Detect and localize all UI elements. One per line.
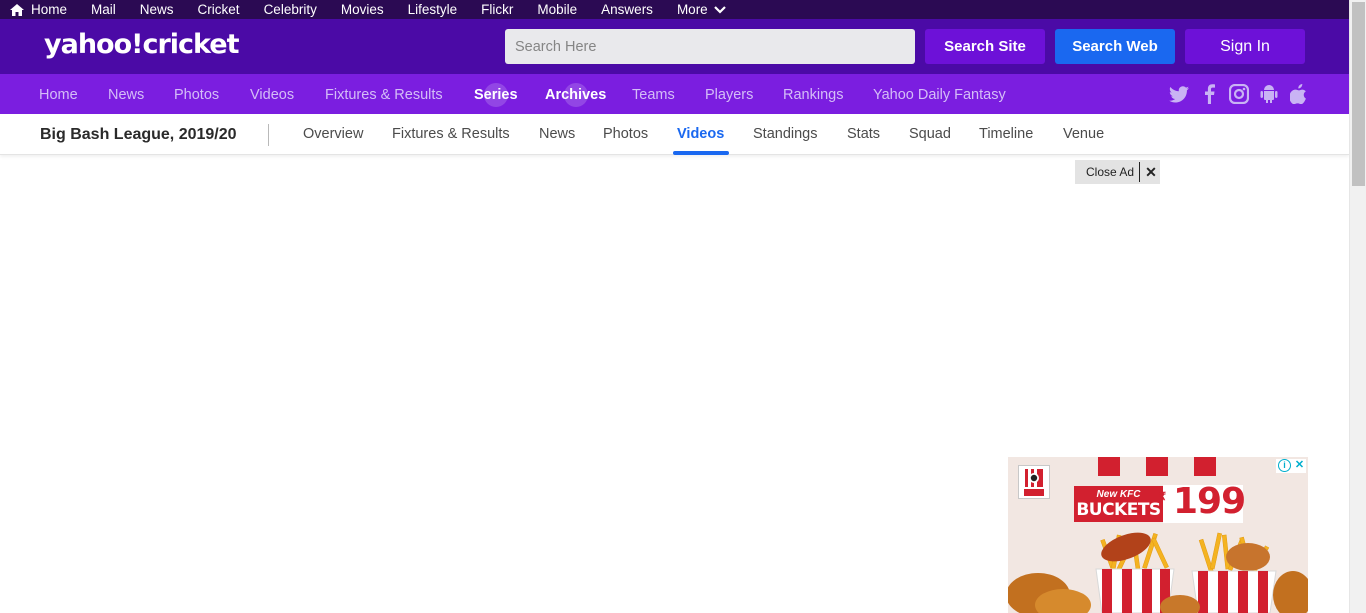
divider	[268, 124, 269, 146]
ad-badge-top-text: New KFC	[1096, 489, 1141, 500]
sub-nav-news[interactable]: News	[539, 114, 575, 155]
sub-nav-videos[interactable]: Videos	[677, 114, 724, 155]
sub-nav-photos[interactable]: Photos	[603, 114, 648, 155]
facebook-icon[interactable]	[1198, 74, 1220, 114]
home-icon	[10, 3, 24, 16]
ad-close-icon[interactable]: ✕	[1293, 459, 1306, 472]
search-web-button[interactable]: Search Web	[1055, 29, 1175, 64]
top-utility-bar: Home Mail News Cricket Celebrity Movies …	[0, 0, 1349, 19]
close-ad-separator	[1139, 162, 1140, 182]
main-nav-rankings[interactable]: Rankings	[783, 74, 843, 114]
sub-nav-stats[interactable]: Stats	[847, 114, 880, 155]
chevron-down-icon	[713, 5, 726, 14]
ad-info-icon[interactable]: i	[1278, 459, 1291, 472]
topbar-more-label: More	[676, 2, 708, 17]
search-site-button[interactable]: Search Site	[925, 29, 1045, 64]
close-ad-label: Close Ad	[1086, 165, 1135, 179]
main-nav-news[interactable]: News	[108, 74, 144, 114]
brand-header: yahoo!cricket Search Site Search Web Sig…	[0, 19, 1349, 74]
ad-badge-bottom-text: BUCKETS	[1076, 500, 1161, 520]
topbar-link-label: Home	[31, 2, 68, 17]
topbar-link-lifestyle[interactable]: Lifestyle	[408, 2, 458, 17]
main-nav-teams[interactable]: Teams	[632, 74, 675, 114]
ad-price: 199	[1173, 481, 1246, 522]
sub-nav-squad[interactable]: Squad	[909, 114, 951, 155]
android-icon[interactable]	[1258, 74, 1280, 114]
sub-nav-overview[interactable]: Overview	[303, 114, 363, 155]
sub-nav-fixtures-results[interactable]: Fixtures & Results	[392, 114, 510, 155]
active-tab-indicator	[673, 151, 729, 155]
sign-in-button[interactable]: Sign In	[1185, 29, 1305, 64]
series-sub-nav: Big Bash League, 2019/20 Overview Fixtur…	[0, 114, 1349, 155]
instagram-icon[interactable]	[1228, 74, 1250, 114]
main-nav-archives[interactable]: Archives	[545, 74, 606, 114]
food-image	[1008, 532, 1308, 613]
sub-nav-venue[interactable]: Venue	[1063, 114, 1104, 155]
ad-choices: i ✕	[1276, 459, 1306, 473]
scrollbar-thumb[interactable]	[1352, 2, 1365, 186]
twitter-icon[interactable]	[1168, 74, 1190, 114]
main-nav-videos[interactable]: Videos	[250, 74, 294, 114]
main-nav-players[interactable]: Players	[705, 74, 753, 114]
ad-currency: ₹	[1159, 491, 1166, 503]
search-input[interactable]	[505, 29, 915, 64]
main-nav-fixtures-results[interactable]: Fixtures & Results	[325, 74, 443, 114]
main-nav: Home News Photos Videos Fixtures & Resul…	[0, 74, 1349, 114]
sub-nav-timeline[interactable]: Timeline	[979, 114, 1033, 155]
ad-buckets-badge: New KFC BUCKETS	[1074, 486, 1163, 522]
sub-nav-standings[interactable]: Standings	[753, 114, 818, 155]
main-nav-series[interactable]: Series	[474, 74, 518, 114]
kfc-logo	[1018, 465, 1050, 499]
topbar-link-celebrity[interactable]: Celebrity	[264, 2, 317, 17]
close-ad-button[interactable]: ✕	[1143, 160, 1159, 184]
apple-icon[interactable]	[1288, 74, 1310, 114]
main-nav-home[interactable]: Home	[39, 74, 78, 114]
ad-bucket-stripe	[1194, 457, 1216, 476]
topbar-more-menu[interactable]: More	[677, 2, 733, 17]
kfc-advertisement[interactable]: New KFC BUCKETS ₹ 199 i ✕	[1008, 457, 1308, 613]
topbar-link-mobile[interactable]: Mobile	[537, 2, 577, 17]
ad-bucket-stripe	[1146, 457, 1168, 476]
main-nav-photos[interactable]: Photos	[174, 74, 219, 114]
topbar-link-cricket[interactable]: Cricket	[198, 2, 240, 17]
close-ad-bar: Close Ad ✕	[1075, 160, 1160, 184]
page: Home Mail News Cricket Celebrity Movies …	[0, 0, 1366, 613]
topbar-link-answers[interactable]: Answers	[601, 2, 653, 17]
series-title: Big Bash League, 2019/20	[40, 126, 237, 143]
ad-bucket-stripe	[1098, 457, 1120, 476]
topbar-link-news[interactable]: News	[140, 2, 174, 17]
yahoo-cricket-logo[interactable]: yahoo!cricket	[44, 29, 239, 61]
topbar-link-flickr[interactable]: Flickr	[481, 2, 513, 17]
main-nav-yahoo-daily-fantasy[interactable]: Yahoo Daily Fantasy	[873, 74, 1006, 114]
topbar-link-movies[interactable]: Movies	[341, 2, 384, 17]
topbar-link-mail[interactable]: Mail	[91, 2, 116, 17]
topbar-link-home[interactable]: Home	[10, 2, 67, 17]
scrollbar[interactable]	[1349, 0, 1366, 613]
